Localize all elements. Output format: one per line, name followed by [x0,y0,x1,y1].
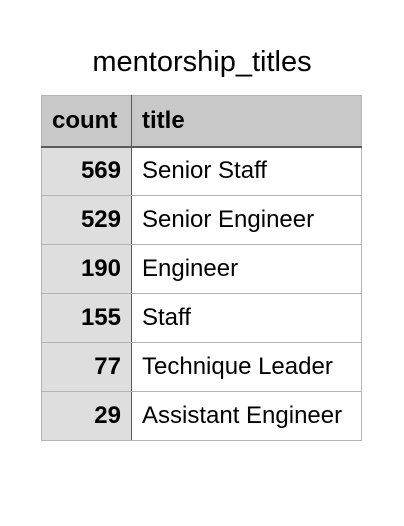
table-row: 29 Assistant Engineer [41,391,362,441]
table-title: mentorship_titles [92,46,312,78]
column-header-count: count [41,95,132,148]
count-cell: 190 [41,244,132,294]
title-cell: Engineer [131,244,362,294]
title-cell: Staff [131,293,362,343]
table-row: 529 Senior Engineer [41,195,362,245]
count-cell: 77 [41,342,132,392]
count-cell: 155 [41,293,132,343]
table-header: count title [41,95,362,148]
table-row: 569 Senior Staff [41,146,362,196]
table-row: 77 Technique Leader [41,342,362,392]
table-row: 190 Engineer [41,244,362,294]
table-body: 569 Senior Staff 529 Senior Engineer 190… [41,146,362,441]
count-cell: 569 [41,146,132,196]
count-cell: 29 [41,391,132,441]
data-table: count title 569 Senior Staff 529 Senior … [41,95,362,441]
table-row: 155 Staff [41,293,362,343]
title-cell: Technique Leader [131,342,362,392]
column-header-title: title [131,95,362,148]
title-cell: Assistant Engineer [131,391,362,441]
title-cell: Senior Staff [131,146,362,196]
header-row: count title [41,95,362,148]
title-cell: Senior Engineer [131,195,362,245]
count-cell: 529 [41,195,132,245]
